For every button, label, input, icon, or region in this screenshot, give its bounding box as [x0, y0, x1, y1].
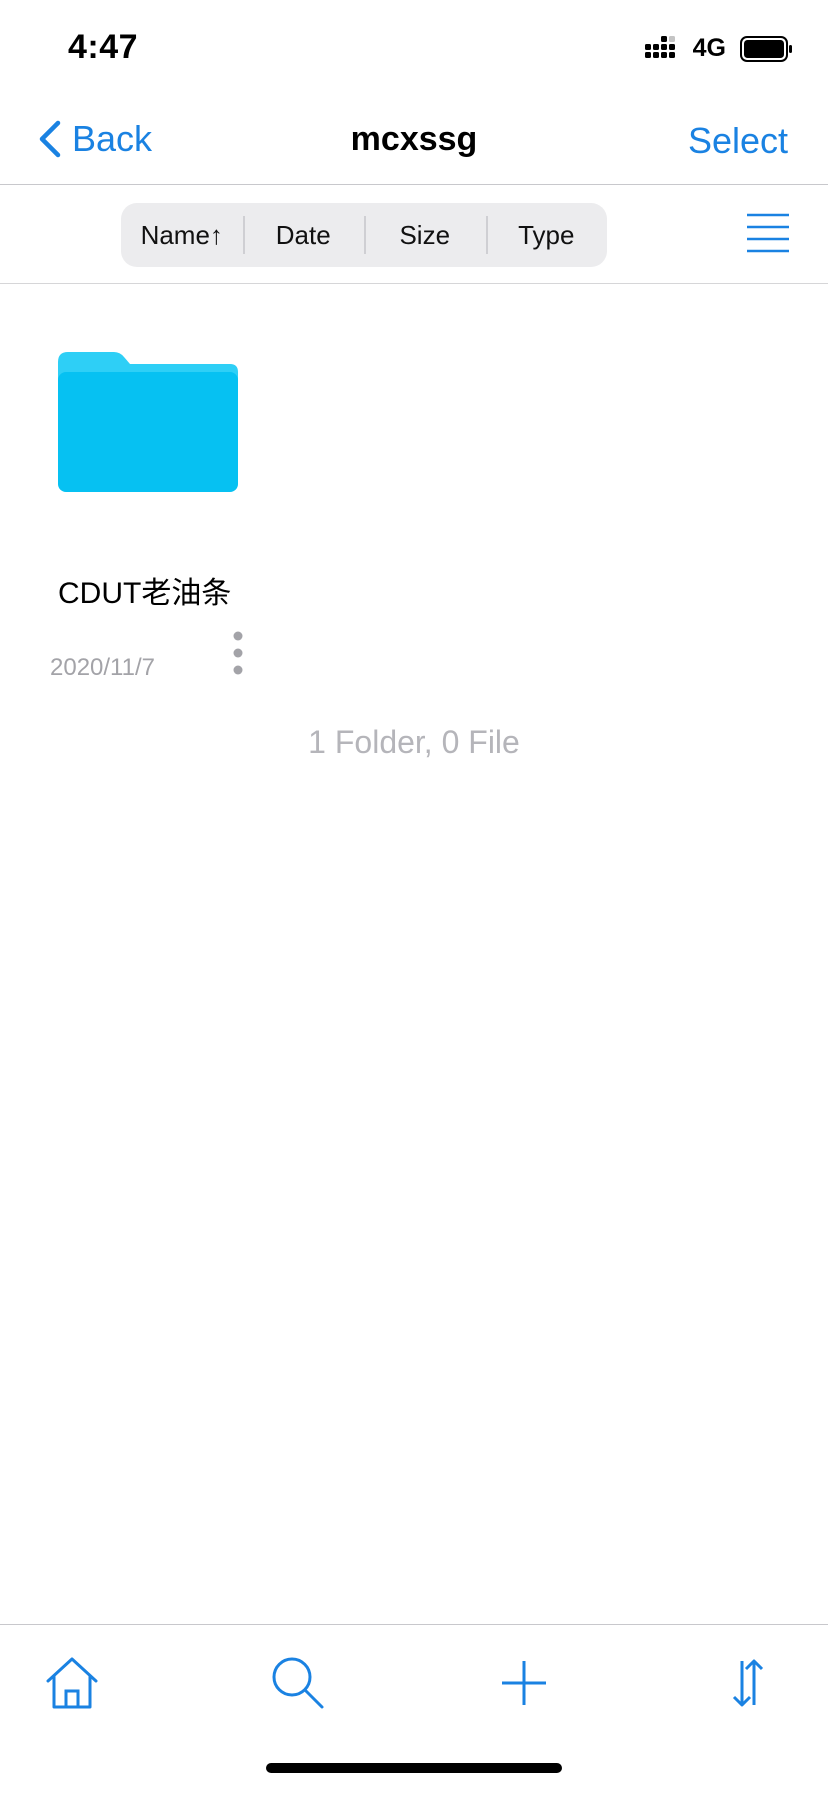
search-icon [272, 1657, 324, 1709]
sort-by-name[interactable]: Name↑ [121, 220, 243, 251]
status-indicators: 4G [644, 34, 794, 63]
sort-by-type[interactable]: Type [485, 215, 608, 254]
sort-toggle-button[interactable] [720, 1655, 776, 1711]
sort-segmented-control: Name↑ Date Size Type [121, 203, 607, 267]
sort-by-size[interactable]: Size [364, 215, 486, 254]
status-time: 4:47 [68, 28, 139, 66]
battery-icon [740, 35, 792, 62]
navigation-bar: Back mcxssg Select [0, 96, 828, 185]
folder-icon[interactable] [58, 352, 238, 492]
sort-bar: Name↑ Date Size Type [0, 185, 828, 284]
search-button[interactable] [270, 1655, 326, 1711]
folder-date: 2020/11/7 [50, 654, 155, 681]
signal-icon [644, 35, 675, 58]
network-type: 4G [692, 34, 726, 62]
list-view-icon[interactable] [746, 213, 790, 253]
plus-icon [502, 1661, 546, 1705]
more-options-icon[interactable] [228, 628, 248, 678]
folder-name[interactable]: CDUT老油条 [58, 568, 231, 612]
sort-by-date[interactable]: Date [242, 215, 365, 254]
home-icon [46, 1657, 98, 1709]
status-bar: 4:47 4G [0, 0, 828, 96]
select-button[interactable]: Select [688, 120, 788, 162]
add-button[interactable] [496, 1655, 552, 1711]
item-count-summary: 1 Folder, 0 File [308, 724, 520, 760]
home-indicator [266, 1763, 562, 1773]
home-button[interactable] [44, 1655, 100, 1711]
sort-arrows-icon [732, 1659, 764, 1707]
